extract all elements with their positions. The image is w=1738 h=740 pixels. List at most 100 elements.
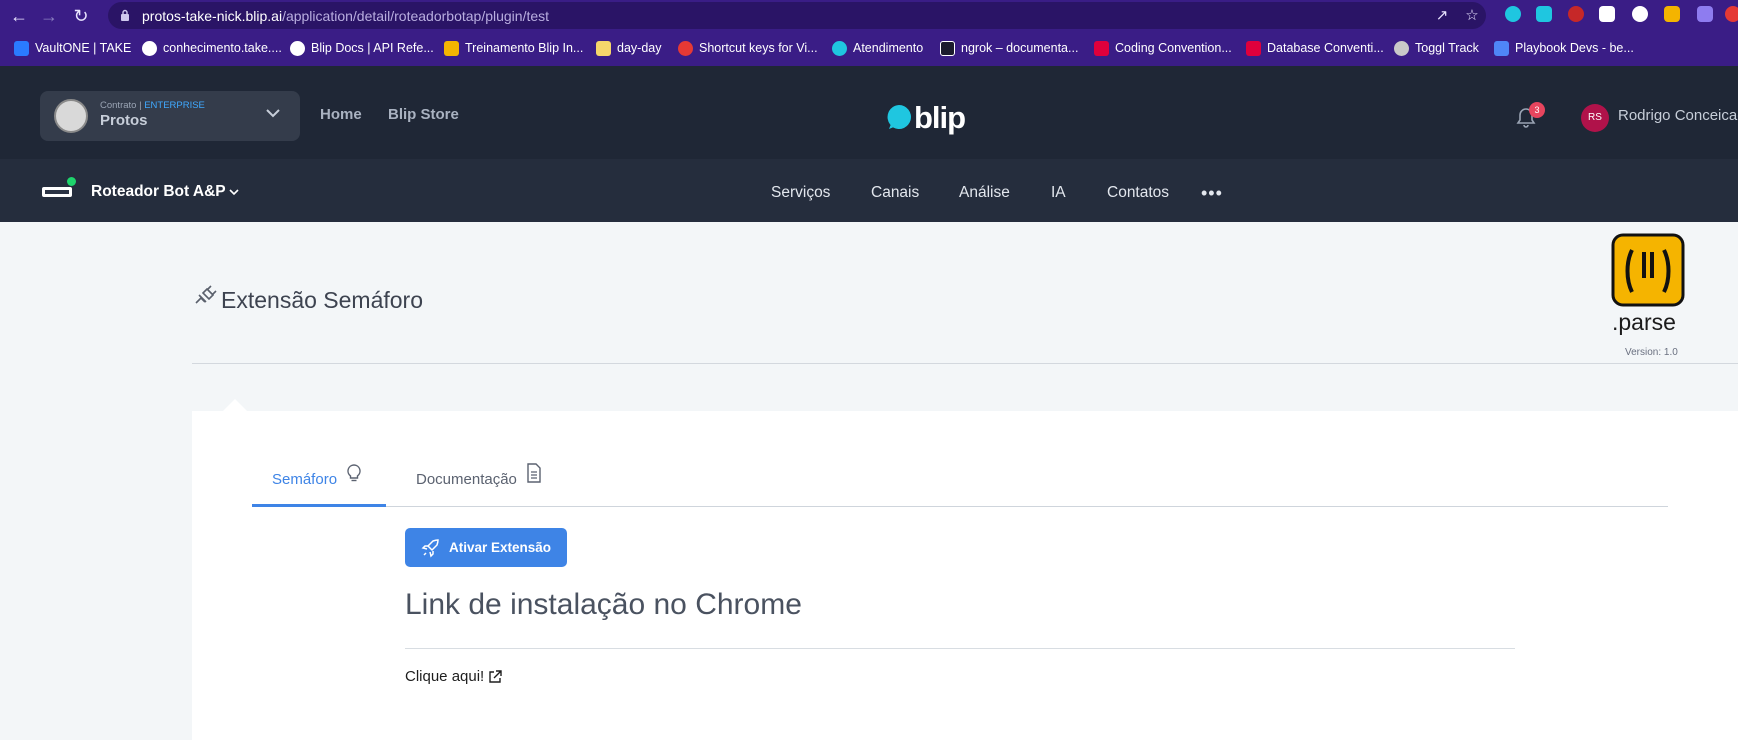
back-arrow-icon[interactable]: ← [6,3,32,29]
bookmarks-bar: VaultONE | TAKE conhecimento.take.... Bl… [0,33,1738,63]
bookmark-item[interactable]: day-day [596,38,661,58]
bookmark-label: conhecimento.take.... [163,41,282,55]
bookmark-label: Atendimento [853,41,924,55]
install-link[interactable]: Clique aqui! [405,668,502,685]
bot-navbar: Roteador Bot A&P Serviços Canais Análise… [0,159,1738,222]
extension-folder-icon[interactable] [1664,6,1680,22]
bookmark-label: Toggl Track [1415,41,1479,55]
tabs-divider [252,506,1668,507]
contract-avatar [54,99,88,133]
rocket-icon [421,538,439,557]
url-text: protos-take-nick.blip.ai/application/det… [142,8,550,24]
external-link-icon [489,669,502,683]
bookmark-label: Blip Docs | API Refe... [311,41,434,55]
nav-ia[interactable]: IA [1051,184,1066,202]
bookmark-label: Shortcut keys for Vi... [699,41,818,55]
bookmark-item[interactable]: Coding Convention... [1094,38,1232,58]
bookmark-item[interactable]: Blip Docs | API Refe... [290,38,434,58]
nav-blip-store[interactable]: Blip Store [388,106,459,123]
activate-extension-label: Ativar Extensão [448,540,552,555]
lock-icon [121,9,129,21]
nav-canais[interactable]: Canais [871,184,919,202]
bookmark-label: day-day [617,41,662,55]
user-avatar[interactable]: RS [1581,104,1609,132]
blip-logo[interactable]: blip [886,99,966,135]
t-icon [1246,40,1261,56]
power-icon [1394,40,1409,56]
bookmark-label: Database Conventi... [1267,41,1384,55]
app-header: Contrato | ENTERPRISE Protos Home Blip S… [0,66,1738,159]
extension-youtube-icon[interactable] [1725,6,1738,22]
version-label: Version: 1.0 [1625,347,1678,358]
bookmark-item[interactable]: Treinamento Blip In... [444,38,583,58]
contract-label: Contrato | ENTERPRISE [100,100,205,111]
doc-icon [1494,40,1509,56]
bookmark-label: Coding Convention... [1115,41,1232,55]
bookmark-item[interactable]: ngrok – documenta... [940,38,1078,58]
d-icon [678,40,693,56]
share-icon[interactable]: ↗ [1434,8,1450,24]
contract-name: Protos [100,112,148,129]
install-link-label: Clique aqui! [405,668,485,685]
bookmark-item[interactable]: Playbook Devs - be... [1494,38,1634,58]
bookmark-item[interactable]: Shortcut keys for Vi... [678,38,818,58]
tab-documentacao[interactable]: Documentação [416,471,517,488]
extension-t-icon[interactable] [1599,6,1615,22]
notification-badge: 3 [1529,102,1545,118]
section-divider [405,648,1515,649]
extension-chat-icon[interactable] [1536,6,1552,22]
extension-eye-icon[interactable] [1568,6,1584,22]
extension-plus-icon[interactable] [1632,6,1648,22]
chat-bubble-icon [832,40,847,56]
bookmark-label: Treinamento Blip In... [465,41,584,55]
bookmark-label: VaultONE | TAKE [35,41,132,55]
bot-selector[interactable]: Roteador Bot A&P [91,183,226,201]
content-card [192,411,1738,740]
extension-blip-icon[interactable] [1505,6,1521,22]
extension-pen-icon[interactable] [1697,6,1713,22]
nav-servicos[interactable]: Serviços [771,184,830,202]
star-icon[interactable]: ☆ [1464,8,1480,24]
bookmark-label: Playbook Devs - be... [1515,41,1634,55]
globe-icon [290,40,305,56]
reload-icon[interactable]: ↻ [68,3,94,29]
parse-logo-icon [1611,233,1685,307]
bookmark-item[interactable]: conhecimento.take.... [142,38,282,58]
bot-status-indicator [67,177,76,186]
chevron-down-icon[interactable] [228,186,240,198]
card-pointer [223,399,247,411]
nav-contatos[interactable]: Contatos [1107,184,1169,202]
tab-semaforo[interactable]: Semáforo [272,471,337,488]
nav-home[interactable]: Home [320,106,362,123]
user-name[interactable]: Rodrigo Conceicao [1618,107,1738,124]
section-heading: Link de instalação no Chrome [405,588,802,621]
blip-logo-text: blip [914,99,966,135]
nav-analise[interactable]: Análise [959,184,1010,202]
drive-icon [444,40,459,56]
globe-icon [142,40,157,56]
chevron-down-icon [266,109,280,118]
bookmark-favicon-icon [14,40,29,56]
bookmark-item[interactable]: Database Conventi... [1246,38,1384,58]
plug-icon [195,285,217,304]
browser-chrome: ← → ↻ protos-take-nick.blip.ai/applicati… [0,0,1738,66]
activate-extension-button[interactable]: Ativar Extensão [405,528,567,567]
bookmark-item[interactable]: Toggl Track [1394,38,1479,58]
more-menu-icon[interactable]: ••• [1201,184,1223,202]
active-tab-indicator [252,504,386,507]
ngrok-icon [940,40,955,56]
blip-bubble-icon [887,105,911,129]
t-icon [1094,40,1109,56]
title-divider [192,363,1738,364]
bookmark-item[interactable]: Atendimento [832,38,923,58]
address-bar[interactable]: protos-take-nick.blip.ai/application/det… [108,2,1486,29]
parse-logo-text: .parse [1612,309,1676,335]
forward-arrow-icon[interactable]: → [36,3,62,29]
bookmark-item[interactable]: VaultONE | TAKE [14,38,131,58]
document-icon [527,463,541,483]
lightbulb-icon [347,464,361,482]
folder-icon [596,40,611,56]
bookmark-label: ngrok – documenta... [961,41,1079,55]
page-title: Extensão Semáforo [221,287,424,313]
contract-selector[interactable]: Contrato | ENTERPRISE Protos [40,91,300,141]
